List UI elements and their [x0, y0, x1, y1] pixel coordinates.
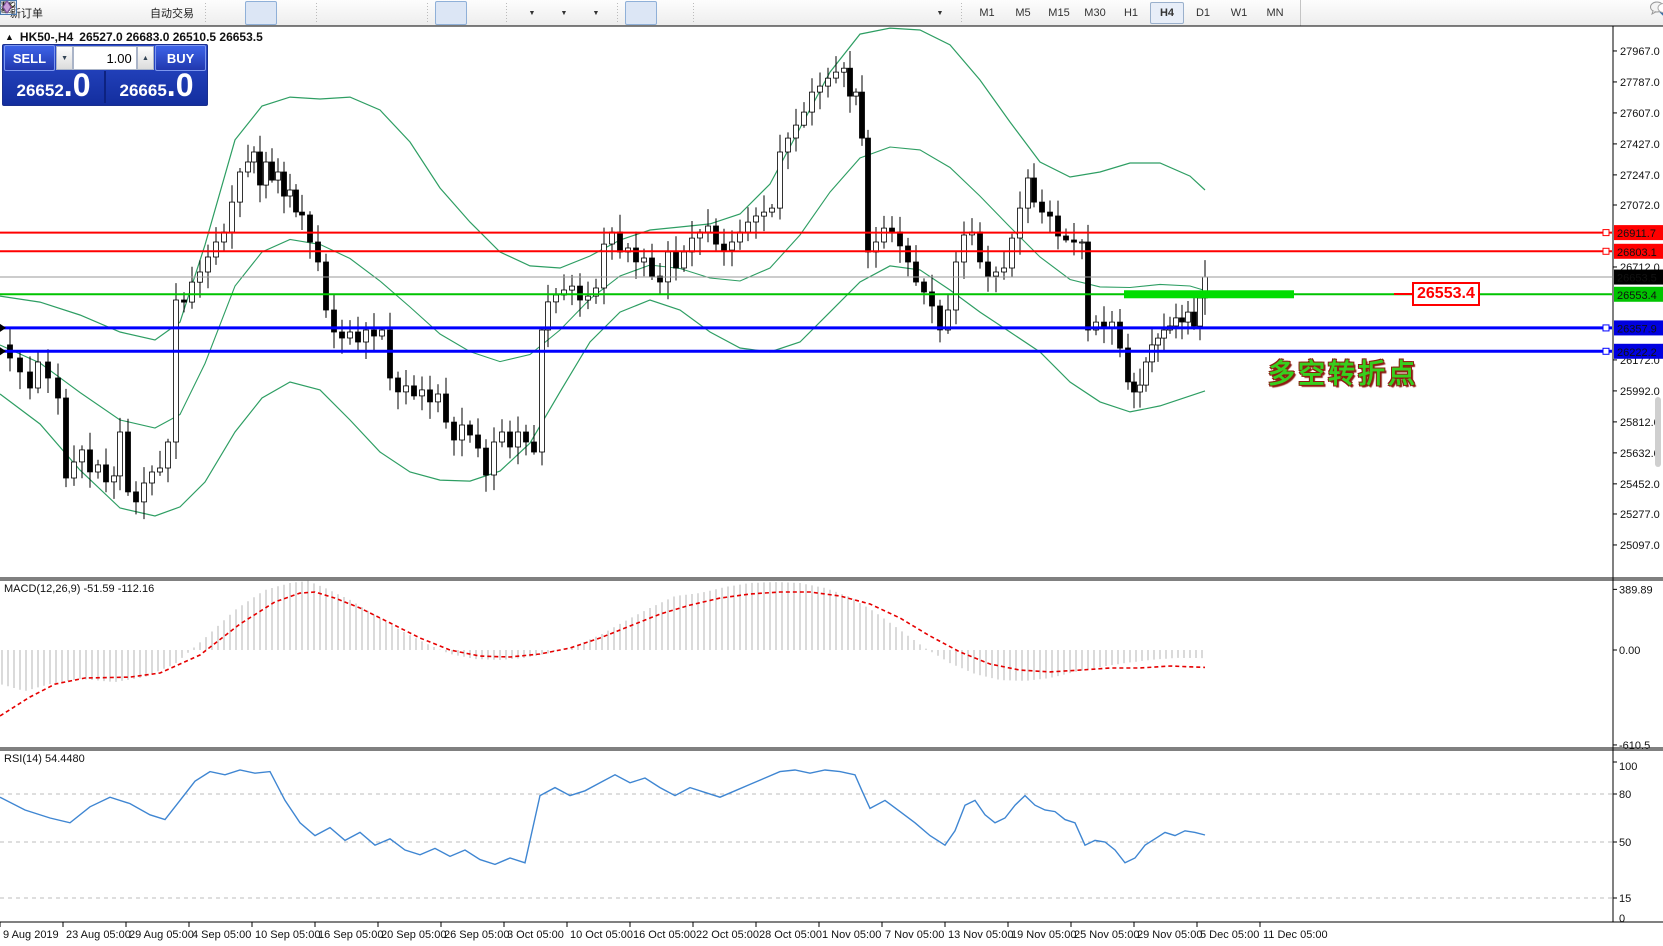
macd-tick: 0.00 — [1619, 645, 1640, 657]
date-tick-label: 28 Oct 05:00 — [759, 929, 822, 941]
axis-price-label: 26803.1 — [1617, 247, 1657, 259]
date-tick-label: 20 Sep 05:00 — [381, 929, 446, 941]
price-tag-label[interactable]: 26553.4 — [1412, 282, 1480, 306]
volume-increase-button[interactable]: ▲ — [137, 46, 154, 70]
buy-price-big: .0 — [167, 71, 194, 99]
date-tick-label: 3 Oct 05:00 — [507, 929, 564, 941]
date-tick-label: 5 Dec 05:00 — [1200, 929, 1259, 941]
rsi-tick: 0 — [1619, 913, 1625, 925]
sell-price-main: 26652 — [17, 81, 64, 101]
date-tick-label: 10 Sep 05:00 — [255, 929, 320, 941]
date-tick-label: 11 Dec 05:00 — [1263, 929, 1328, 941]
buy-price[interactable]: 26665 .0 — [107, 71, 206, 103]
turning-point-annotation[interactable]: 多空转折点 — [1268, 352, 1418, 391]
date-tick-label: 10 Oct 05:00 — [570, 929, 633, 941]
macd-tick: -610.5 — [1619, 740, 1650, 752]
macd-tick: 389.89 — [1619, 584, 1653, 596]
date-tick-label: 13 Nov 05:00 — [948, 929, 1013, 941]
axis-price-label: 26222.2 — [1617, 347, 1657, 359]
price-tick: 25992.0 — [1620, 386, 1660, 398]
axis-price-label: 26911.7 — [1617, 228, 1656, 240]
price-tick: 25097.0 — [1620, 540, 1660, 552]
symbol-period-label: HK50-,H4 — [20, 30, 73, 44]
axis-price-label: 26553.4 — [1617, 290, 1657, 302]
collapse-panel-icon[interactable]: ▲ — [5, 32, 14, 42]
date-tick-label: 29 Nov 05:00 — [1137, 929, 1202, 941]
price-tick: 27427.0 — [1620, 139, 1660, 151]
sell-price[interactable]: 26652 .0 — [4, 71, 103, 103]
date-tick-label: 29 Aug 05:00 — [129, 929, 194, 941]
spinner-down-icon: ▼ — [61, 55, 68, 62]
price-tick: 25812.0 — [1620, 417, 1660, 429]
level-line-handle[interactable] — [1603, 230, 1609, 236]
date-tick-label: 7 Nov 05:00 — [885, 929, 944, 941]
axis-price-label: 26357.9 — [1617, 323, 1657, 335]
date-tick-label: 26 Sep 05:00 — [444, 929, 509, 941]
sell-price-big: .0 — [64, 71, 91, 99]
rsi-tick: 80 — [1619, 789, 1631, 801]
date-tick-label: 25 Nov 05:00 — [1074, 929, 1139, 941]
date-tick-label: 4 Sep 05:00 — [192, 929, 251, 941]
date-tick-label: 22 Oct 05:00 — [696, 929, 759, 941]
price-tick: 27247.0 — [1620, 170, 1660, 182]
price-tick: 27607.0 — [1620, 108, 1660, 120]
scrollbar-thumb[interactable] — [1655, 397, 1661, 467]
level-line-handle[interactable] — [1603, 248, 1609, 254]
price-tick: 27072.0 — [1620, 200, 1660, 212]
level-line-handle[interactable] — [1603, 325, 1609, 331]
macd-indicator-label: MACD(12,26,9) -51.59 -112.16 — [4, 583, 154, 595]
trade-panel-prices: 26652 .0 26665 .0 — [3, 71, 207, 103]
rsi-tick: 100 — [1619, 761, 1637, 773]
level-line-handle[interactable] — [1603, 348, 1609, 354]
price-tag-dash — [1394, 293, 1412, 295]
date-tick-label: 19 Nov 05:00 — [1011, 929, 1076, 941]
rsi-tick: 15 — [1619, 893, 1631, 905]
price-tick: 25277.0 — [1620, 509, 1660, 521]
price-tick: 27967.0 — [1620, 46, 1660, 58]
date-tick-label: 9 Aug 2019 — [3, 929, 59, 941]
rsi-indicator-label: RSI(14) 54.4480 — [4, 753, 85, 765]
date-tick-label: 1 Nov 05:00 — [822, 929, 881, 941]
ohlc-values: 26527.0 26683.0 26510.5 26653.5 — [79, 30, 263, 44]
date-tick-label: 23 Aug 05:00 — [66, 929, 131, 941]
price-divider — [104, 71, 106, 103]
chart-canvas: 27967.0 27787.0 27607.0 27427.0 27247.0 27072… — [0, 0, 1663, 946]
rsi-tick: 50 — [1619, 837, 1631, 849]
price-tick: 27787.0 — [1620, 77, 1660, 89]
price-tick: 25452.0 — [1620, 479, 1660, 491]
date-tick-label: 16 Oct 05:00 — [633, 929, 696, 941]
sell-button[interactable]: SELL — [4, 45, 55, 71]
chart-title: ▲ HK50-,H4 26527.0 26683.0 26510.5 26653… — [5, 30, 263, 44]
buy-price-main: 26665 — [120, 81, 167, 101]
spinner-up-icon: ▲ — [142, 55, 149, 62]
one-click-trading-panel: SELL ▼ 1.00 ▲ BUY 26652 .0 26665 .0 — [2, 44, 208, 106]
axis-price-label: 26653.5 — [1617, 273, 1657, 285]
mt4-window: 新订单 自动交易 — [0, 0, 1663, 946]
price-tick: 25632.0 — [1620, 448, 1660, 460]
highlight-trend-segment[interactable] — [1124, 290, 1294, 298]
date-tick-label: 16 Sep 05:00 — [318, 929, 383, 941]
